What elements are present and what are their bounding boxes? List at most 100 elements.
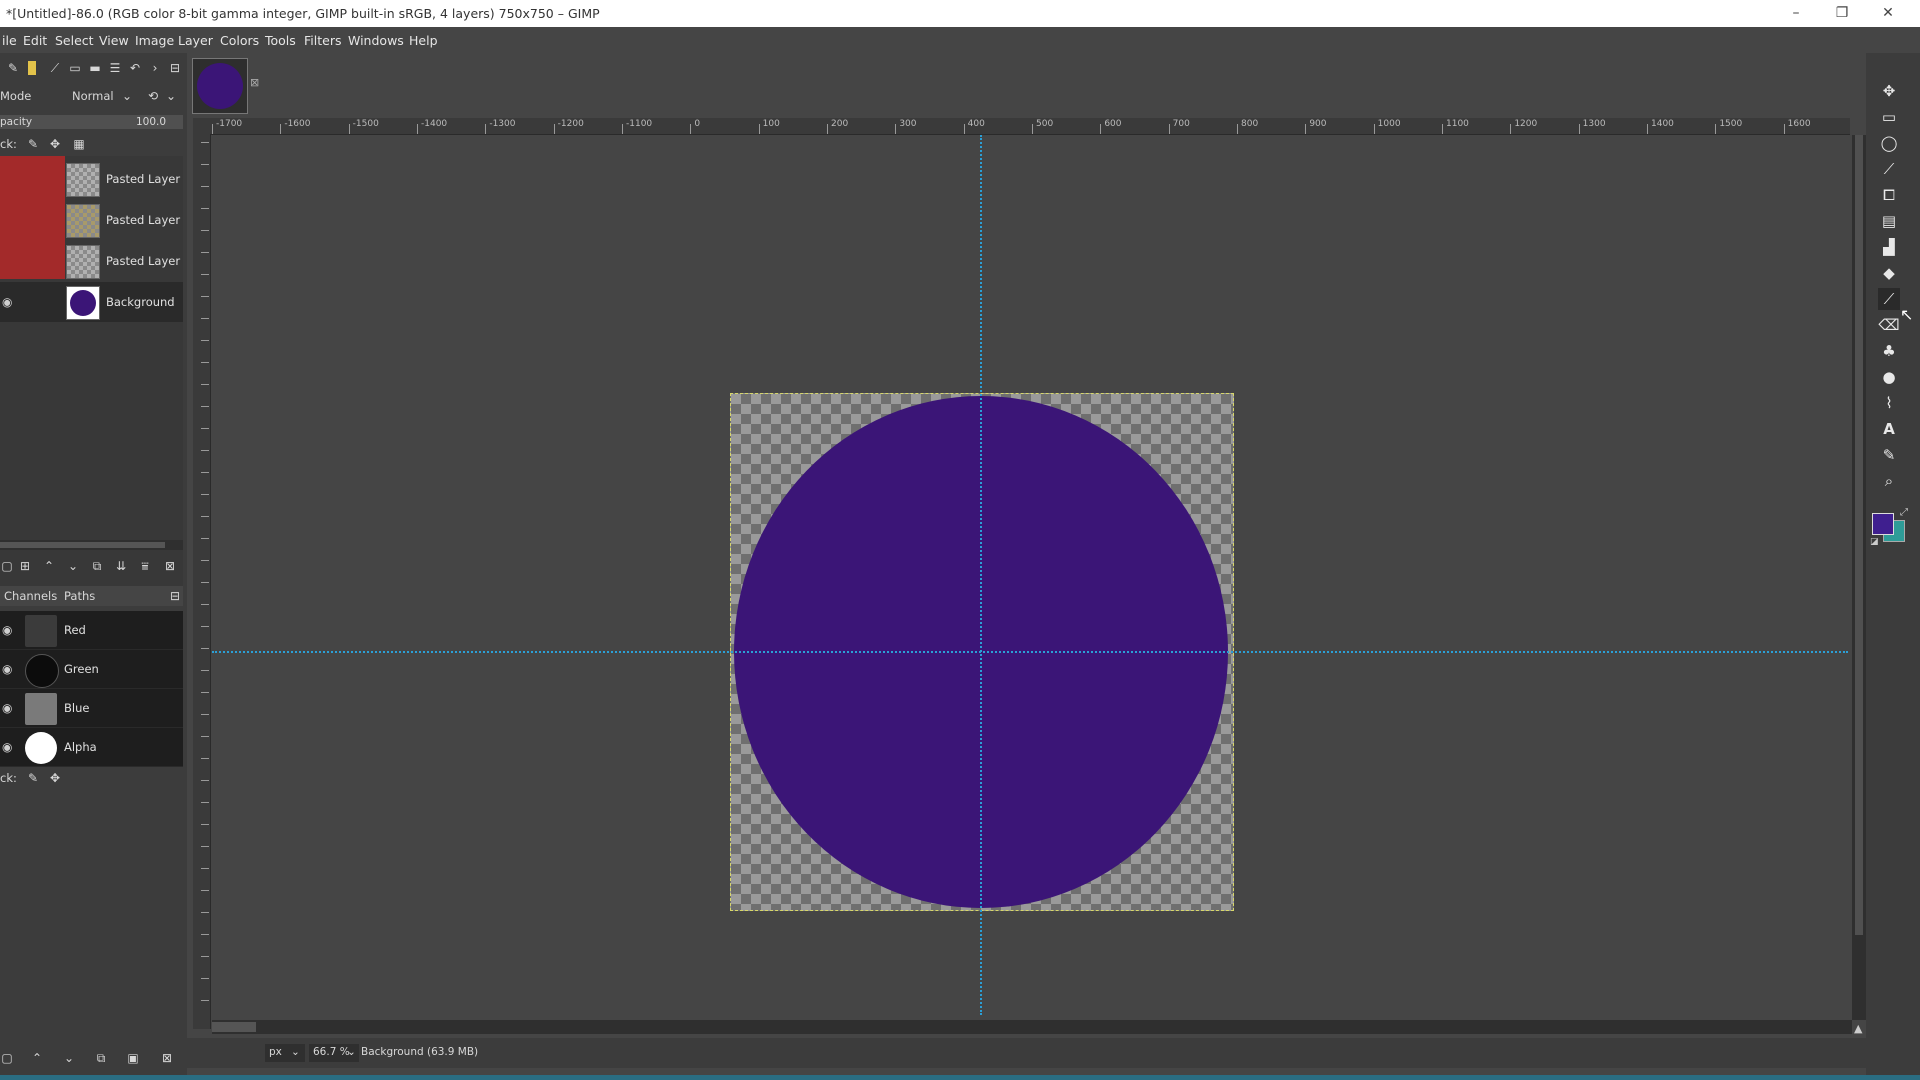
menu-windows[interactable]: Windows — [348, 33, 404, 48]
eye-icon[interactable]: ◉ — [2, 623, 16, 637]
color-picker-icon[interactable]: ✎ — [1878, 444, 1900, 466]
menu-image[interactable]: Image — [135, 33, 174, 48]
swap-colors-icon[interactable]: ⤢ — [1900, 507, 1908, 518]
smudge-tool-icon[interactable]: ● — [1878, 366, 1900, 388]
ruler-tick-label: 600 — [1104, 119, 1122, 129]
menu-filters[interactable]: Filters — [304, 33, 341, 48]
ruler-tick — [1237, 124, 1238, 134]
menu-colors[interactable]: Colors — [220, 33, 259, 48]
ruler-tick — [201, 318, 209, 319]
new-layer-group-icon[interactable]: ▢ — [0, 559, 14, 573]
duplicate-channel-icon[interactable]: ⧉ — [94, 1051, 108, 1065]
layer-row[interactable]: Pasted Layer — [0, 241, 183, 281]
lasso-tool-icon[interactable]: ◯ — [1878, 132, 1900, 154]
paintbrush-icon[interactable]: ⟋ — [48, 61, 62, 75]
tab-paths[interactable]: Paths — [64, 589, 95, 603]
maximize-button[interactable]: ❐ — [1819, 2, 1865, 24]
zoom-select[interactable]: 66.7 % ⌄ — [309, 1044, 359, 1062]
channel-name: Alpha — [64, 740, 97, 754]
eraser-tool-icon[interactable]: ⌫ — [1878, 314, 1900, 336]
delete-channel-icon[interactable]: ⊠ — [160, 1051, 174, 1065]
warp-tool-icon[interactable]: ▟ — [1878, 236, 1900, 258]
ruler-corner[interactable] — [193, 118, 210, 134]
vertical-guide[interactable] — [980, 135, 982, 1015]
reset-icon[interactable]: ⟲ — [146, 89, 160, 103]
channel-row[interactable]: ◉ Alpha — [0, 728, 183, 767]
lock-pixels-icon[interactable]: ✎ — [26, 771, 40, 785]
channel-to-selection-icon[interactable]: ▣ — [126, 1051, 140, 1065]
menu-edit[interactable]: Edit — [23, 33, 47, 48]
eye-icon[interactable]: ◉ — [2, 740, 16, 754]
chevron-down-icon[interactable]: ⌄ — [120, 89, 134, 103]
panel-menu-icon[interactable]: ⊟ — [168, 61, 182, 75]
channel-row[interactable]: ◉ Green — [0, 650, 183, 689]
transform-tool-icon[interactable]: ▤ — [1878, 210, 1900, 232]
anchor-layer-icon[interactable]: ⇊ — [114, 559, 128, 573]
menu-select[interactable]: Select — [55, 33, 94, 48]
chevron-down-icon[interactable]: ⌄ — [164, 89, 178, 103]
rect-select-icon[interactable]: ▭ — [68, 61, 82, 75]
tab-channels[interactable]: Channels — [4, 589, 57, 603]
lock-position-icon[interactable]: ✥ — [48, 137, 62, 151]
foreground-color-swatch[interactable] — [1872, 513, 1894, 535]
zoom-tool-icon[interactable]: ⌕ — [1878, 470, 1900, 492]
lower-channel-icon[interactable]: ⌄ — [62, 1051, 76, 1065]
image-tab[interactable] — [192, 58, 248, 114]
unit-select[interactable]: px ⌄ — [265, 1044, 305, 1062]
menu-file[interactable]: ile — [2, 33, 17, 48]
raise-channel-icon[interactable]: ⌃ — [30, 1051, 44, 1065]
menu-view[interactable]: View — [99, 33, 129, 48]
eye-icon[interactable]: ◉ — [2, 662, 16, 676]
layer-row[interactable]: ◉ Background — [0, 282, 183, 322]
layer-row[interactable]: Pasted Layer — [0, 159, 183, 199]
move-tool-icon[interactable]: ✥ — [1878, 80, 1900, 102]
lock-pixels-icon[interactable]: ✎ — [26, 137, 40, 151]
horizontal-guide[interactable] — [212, 651, 1848, 653]
layer-row[interactable]: Pasted Layer — [0, 200, 183, 240]
mode-select[interactable]: Normal — [72, 89, 114, 103]
lock-alpha-icon[interactable]: ▦ — [72, 137, 86, 151]
ruler-tick — [201, 868, 209, 869]
channel-row[interactable]: ◉ Red — [0, 611, 183, 650]
menu-help[interactable]: Help — [409, 33, 438, 48]
lock-position-icon[interactable]: ✥ — [48, 771, 62, 785]
eraser-icon[interactable]: ▬ — [88, 61, 102, 75]
navigate-icon[interactable]: ▲ — [1854, 1022, 1862, 1035]
align-tool-icon[interactable]: ▭ — [1878, 106, 1900, 128]
paintbrush-tool-icon[interactable]: ⟋ — [1878, 288, 1900, 310]
close-button[interactable]: ✕ — [1865, 2, 1911, 24]
eye-icon[interactable]: ◉ — [2, 701, 16, 715]
bucket-fill-icon[interactable]: ◆ — [1878, 262, 1900, 284]
crop-tool-icon[interactable]: ⧠ — [1878, 184, 1900, 206]
text-tool-icon[interactable]: A — [1878, 418, 1900, 440]
ruler-tick — [201, 186, 209, 187]
menu-layer[interactable]: Layer — [178, 33, 213, 48]
lower-layer-icon[interactable]: ⌄ — [66, 559, 80, 573]
brush-icon[interactable] — [28, 61, 36, 75]
menu-tools[interactable]: Tools — [265, 33, 296, 48]
minimize-button[interactable]: – — [1773, 2, 1819, 24]
opacity-slider[interactable]: pacity 100.0 — [0, 115, 183, 129]
paths-tool-icon[interactable]: ⌇ — [1878, 392, 1900, 414]
channel-row[interactable]: ◉ Blue — [0, 689, 183, 728]
fuzzy-select-icon[interactable]: ⟋ — [1878, 158, 1900, 180]
merge-layer-icon[interactable]: ⩸ — [138, 559, 152, 573]
clone-tool-icon[interactable]: ♣ — [1878, 340, 1900, 362]
ruler-tick — [201, 956, 209, 957]
duplicate-layer-icon[interactable]: ⧉ — [90, 559, 104, 573]
delete-layer-icon[interactable]: ⊠ — [163, 559, 177, 573]
horizontal-scrollbar[interactable] — [212, 1020, 1852, 1034]
undo-icon[interactable]: ↶ — [128, 61, 142, 75]
layers-scrollbar[interactable] — [0, 540, 183, 550]
pencil-icon[interactable]: ✎ — [6, 61, 20, 75]
close-tab-icon[interactable]: ⊠ — [250, 77, 262, 89]
default-colors-icon[interactable]: ◪ — [1870, 537, 1879, 547]
new-channel-icon[interactable]: ▢ — [0, 1051, 14, 1065]
new-layer-icon[interactable]: ⊞ — [18, 559, 32, 573]
list-icon[interactable]: ☰ — [108, 61, 122, 75]
panel-menu-icon[interactable]: ⊟ — [168, 589, 182, 603]
arrow-right-icon[interactable]: › — [148, 61, 162, 75]
vertical-scrollbar[interactable] — [1852, 135, 1866, 1020]
raise-layer-icon[interactable]: ⌃ — [42, 559, 56, 573]
eye-icon[interactable]: ◉ — [2, 295, 16, 309]
